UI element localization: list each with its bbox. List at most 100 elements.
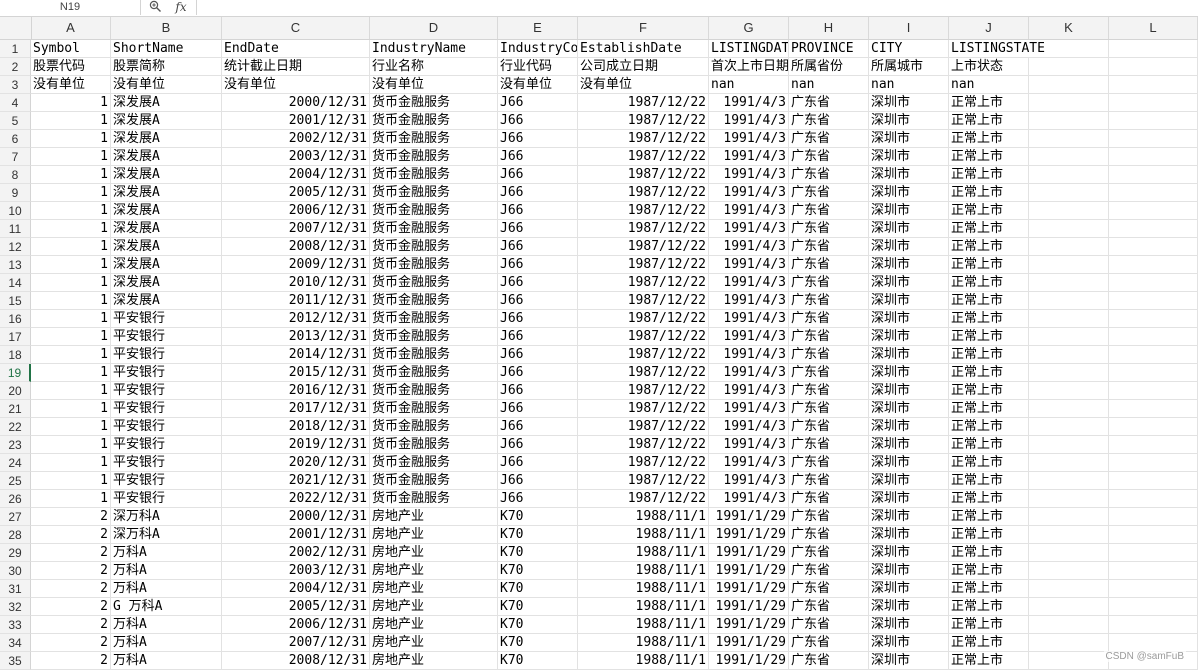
cell-g30[interactable]: 1991/1/29 — [709, 562, 789, 580]
cell-i17[interactable]: 深圳市 — [869, 328, 949, 346]
cell-i30[interactable]: 深圳市 — [869, 562, 949, 580]
cell-d17[interactable]: 货币金融服务 — [370, 328, 498, 346]
cell-c4[interactable]: 2000/12/31 — [222, 94, 370, 112]
cell-a25[interactable]: 1 — [31, 472, 111, 490]
cell-a35[interactable]: 2 — [31, 652, 111, 670]
cell-b34[interactable]: 万科A — [111, 634, 222, 652]
cell-e11[interactable]: J66 — [498, 220, 578, 238]
cell-c34[interactable]: 2007/12/31 — [222, 634, 370, 652]
cell-b15[interactable]: 深发展A — [111, 292, 222, 310]
cell-a15[interactable]: 1 — [31, 292, 111, 310]
cell-g19[interactable]: 1991/4/3 — [709, 364, 789, 382]
cell-j29[interactable]: 正常上市 — [949, 544, 1029, 562]
cell-i28[interactable]: 深圳市 — [869, 526, 949, 544]
cell-f11[interactable]: 1987/12/22 — [578, 220, 709, 238]
cell-a30[interactable]: 2 — [31, 562, 111, 580]
cell-h22[interactable]: 广东省 — [789, 418, 869, 436]
cell-j14[interactable]: 正常上市 — [949, 274, 1029, 292]
fx-icon[interactable]: fx — [172, 0, 190, 15]
cell-l17[interactable] — [1109, 328, 1198, 346]
cell-j19[interactable]: 正常上市 — [949, 364, 1029, 382]
cell-h19[interactable]: 广东省 — [789, 364, 869, 382]
cell-a4[interactable]: 1 — [31, 94, 111, 112]
cell-g34[interactable]: 1991/1/29 — [709, 634, 789, 652]
cell-d30[interactable]: 房地产业 — [370, 562, 498, 580]
cell-l24[interactable] — [1109, 454, 1198, 472]
row-header-22[interactable]: 22 — [0, 418, 31, 436]
row-header-19[interactable]: 19 — [0, 364, 31, 382]
cell-d2[interactable]: 行业名称 — [370, 58, 498, 76]
cell-l29[interactable] — [1109, 544, 1198, 562]
cell-f12[interactable]: 1987/12/22 — [578, 238, 709, 256]
row-header-35[interactable]: 35 — [0, 652, 31, 670]
cell-k9[interactable] — [1029, 184, 1109, 202]
cell-e3[interactable]: 没有单位 — [498, 76, 578, 94]
cell-c27[interactable]: 2000/12/31 — [222, 508, 370, 526]
cell-b23[interactable]: 平安银行 — [111, 436, 222, 454]
cell-f21[interactable]: 1987/12/22 — [578, 400, 709, 418]
cell-c5[interactable]: 2001/12/31 — [222, 112, 370, 130]
row-header-3[interactable]: 3 — [0, 76, 31, 94]
cell-d10[interactable]: 货币金融服务 — [370, 202, 498, 220]
cell-a26[interactable]: 1 — [31, 490, 111, 508]
cell-i13[interactable]: 深圳市 — [869, 256, 949, 274]
cell-h9[interactable]: 广东省 — [789, 184, 869, 202]
cell-j5[interactable]: 正常上市 — [949, 112, 1029, 130]
row-header-6[interactable]: 6 — [0, 130, 31, 148]
cell-i18[interactable]: 深圳市 — [869, 346, 949, 364]
cell-b28[interactable]: 深万科A — [111, 526, 222, 544]
cell-i19[interactable]: 深圳市 — [869, 364, 949, 382]
cell-c30[interactable]: 2003/12/31 — [222, 562, 370, 580]
column-header-e[interactable]: E — [498, 17, 578, 39]
cell-k30[interactable] — [1029, 562, 1109, 580]
cell-b13[interactable]: 深发展A — [111, 256, 222, 274]
cell-a27[interactable]: 2 — [31, 508, 111, 526]
cell-b11[interactable]: 深发展A — [111, 220, 222, 238]
cell-g24[interactable]: 1991/4/3 — [709, 454, 789, 472]
cell-d29[interactable]: 房地产业 — [370, 544, 498, 562]
cell-f22[interactable]: 1987/12/22 — [578, 418, 709, 436]
cell-f20[interactable]: 1987/12/22 — [578, 382, 709, 400]
cell-e9[interactable]: J66 — [498, 184, 578, 202]
cell-h34[interactable]: 广东省 — [789, 634, 869, 652]
cell-e25[interactable]: J66 — [498, 472, 578, 490]
cell-f16[interactable]: 1987/12/22 — [578, 310, 709, 328]
cell-e13[interactable]: J66 — [498, 256, 578, 274]
cell-j31[interactable]: 正常上市 — [949, 580, 1029, 598]
cell-c31[interactable]: 2004/12/31 — [222, 580, 370, 598]
cell-c22[interactable]: 2018/12/31 — [222, 418, 370, 436]
cell-f29[interactable]: 1988/11/1 — [578, 544, 709, 562]
row-header-29[interactable]: 29 — [0, 544, 31, 562]
cell-g9[interactable]: 1991/4/3 — [709, 184, 789, 202]
column-header-a[interactable]: A — [31, 17, 111, 39]
row-header-28[interactable]: 28 — [0, 526, 31, 544]
cell-b9[interactable]: 深发展A — [111, 184, 222, 202]
cell-a8[interactable]: 1 — [31, 166, 111, 184]
cell-h16[interactable]: 广东省 — [789, 310, 869, 328]
cell-k5[interactable] — [1029, 112, 1109, 130]
cell-a16[interactable]: 1 — [31, 310, 111, 328]
cell-g17[interactable]: 1991/4/3 — [709, 328, 789, 346]
cell-k29[interactable] — [1029, 544, 1109, 562]
cell-i1[interactable]: CITY — [869, 40, 949, 58]
row-header-21[interactable]: 21 — [0, 400, 31, 418]
cell-i32[interactable]: 深圳市 — [869, 598, 949, 616]
cell-a29[interactable]: 2 — [31, 544, 111, 562]
cell-i20[interactable]: 深圳市 — [869, 382, 949, 400]
cell-k11[interactable] — [1029, 220, 1109, 238]
cell-j3[interactable]: nan — [949, 76, 1029, 94]
cell-d31[interactable]: 房地产业 — [370, 580, 498, 598]
cell-e18[interactable]: J66 — [498, 346, 578, 364]
cell-l7[interactable] — [1109, 148, 1198, 166]
cell-d3[interactable]: 没有单位 — [370, 76, 498, 94]
cell-a34[interactable]: 2 — [31, 634, 111, 652]
cell-l11[interactable] — [1109, 220, 1198, 238]
cell-a17[interactable]: 1 — [31, 328, 111, 346]
cell-j20[interactable]: 正常上市 — [949, 382, 1029, 400]
cell-d22[interactable]: 货币金融服务 — [370, 418, 498, 436]
cell-e22[interactable]: J66 — [498, 418, 578, 436]
cell-i15[interactable]: 深圳市 — [869, 292, 949, 310]
cell-h8[interactable]: 广东省 — [789, 166, 869, 184]
cell-k33[interactable] — [1029, 616, 1109, 634]
cell-e14[interactable]: J66 — [498, 274, 578, 292]
